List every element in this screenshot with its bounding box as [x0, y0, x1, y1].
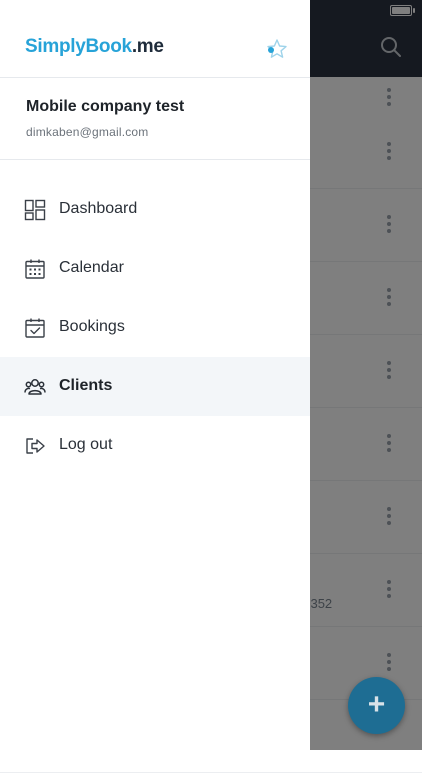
star-icon[interactable]	[266, 38, 288, 65]
menu-label: Bookings	[59, 318, 125, 335]
menu-label: Clients	[59, 377, 113, 394]
menu-label: Dashboard	[59, 200, 138, 217]
menu-label: Log out	[59, 436, 113, 453]
drawer-menu: Dashboard Calendar Bookings Clients Log …	[0, 180, 310, 475]
calendar-icon	[24, 258, 46, 280]
menu-label: Calendar	[59, 259, 124, 276]
brand-logo: SimplyBook .me	[25, 36, 164, 58]
drawer-header: SimplyBook .me	[0, 0, 310, 78]
menu-item-bookings[interactable]: Bookings	[0, 298, 310, 357]
company-name: Mobile company test	[26, 98, 185, 115]
add-button[interactable]: +	[348, 677, 405, 734]
clients-icon	[24, 376, 46, 398]
logout-icon	[24, 435, 46, 457]
menu-item-clients[interactable]: Clients	[0, 357, 310, 416]
menu-item-logout[interactable]: Log out	[0, 416, 310, 475]
user-email: dimkaben@gmail.com	[26, 125, 149, 139]
menu-item-dashboard[interactable]: Dashboard	[0, 180, 310, 239]
logo-text: SimplyBook	[25, 36, 132, 57]
profile-section: Mobile company test dimkaben@gmail.com	[0, 78, 310, 160]
logo-suffix: .me	[131, 36, 164, 57]
menu-item-calendar[interactable]: Calendar	[0, 239, 310, 298]
dashboard-icon	[24, 199, 46, 221]
navigation-drawer: SimplyBook .me Mobile company test dimkab…	[0, 0, 310, 750]
bookings-icon	[24, 317, 46, 339]
plus-icon: +	[367, 687, 386, 721]
